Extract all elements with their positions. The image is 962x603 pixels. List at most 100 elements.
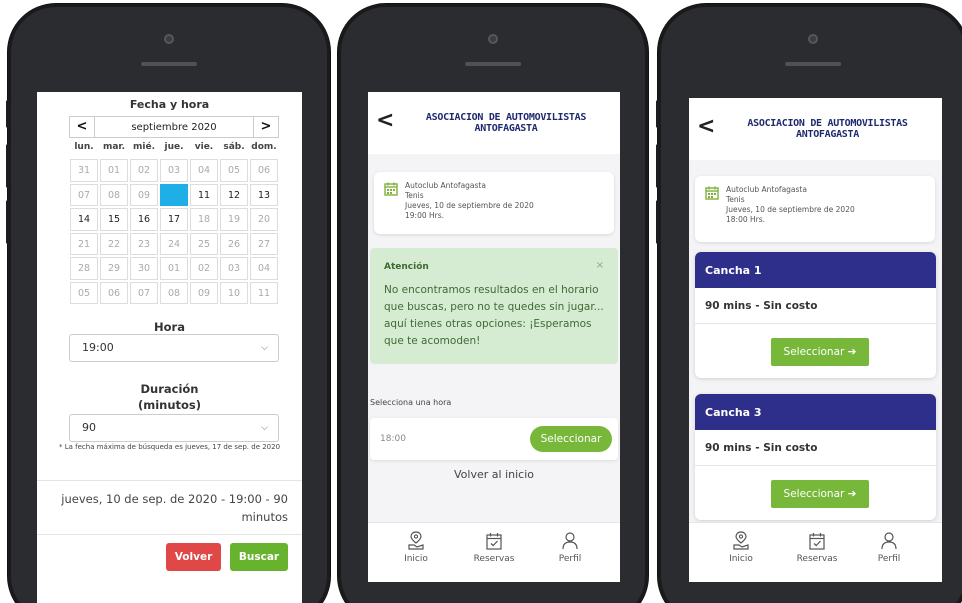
club-name: Autoclub Antofagasta xyxy=(405,181,486,190)
calendar-check-icon xyxy=(809,533,825,550)
weekday-label: lun. xyxy=(74,142,94,152)
calendar-day[interactable]: 13 xyxy=(250,183,278,206)
calendar-day: 05 xyxy=(70,281,98,304)
chevron-down-icon: ⌵ xyxy=(261,343,268,353)
header-title-line-1: ASOCIACION DE AUTOMOVILISTAS xyxy=(747,118,908,129)
calendar-day[interactable]: 11 xyxy=(190,183,218,206)
tab-label: Reservas xyxy=(473,554,515,564)
calendar-title: Fecha y hora xyxy=(129,98,210,111)
header-title: ASOCIACION DE AUTOMOVILISTAS ANTOFAGASTA xyxy=(723,118,932,140)
prev-month-button[interactable]: < xyxy=(69,116,95,138)
calendar-icon xyxy=(705,186,719,200)
duracion-sub-label: (minutos) xyxy=(137,398,202,412)
calendar-day: 30 xyxy=(130,257,158,280)
calendar-day: 03 xyxy=(160,159,188,182)
chevron-down-icon: ⌵ xyxy=(261,423,268,433)
select-court-button[interactable]: Seleccionar ➔ xyxy=(771,480,869,508)
duracion-select[interactable]: 90 ⌵ xyxy=(69,414,279,442)
volver-button[interactable]: Volver xyxy=(166,543,221,571)
back-button[interactable]: < xyxy=(376,108,394,133)
calendar-day: 01 xyxy=(160,257,188,280)
user-icon xyxy=(881,532,897,550)
calendar-day: 11 xyxy=(250,281,278,304)
calendar-day: 07 xyxy=(130,281,158,304)
divider xyxy=(37,480,302,481)
summary-line-2: minutos xyxy=(241,510,288,524)
calendar-day-selected[interactable]: 10 xyxy=(160,183,188,206)
tab-reservas[interactable]: Reservas xyxy=(464,531,524,564)
calendar-week-row: 05 06 07 08 09 10 11 xyxy=(69,281,279,306)
booking-info-card: Autoclub Antofagasta Tenis Jueves, 10 de… xyxy=(374,172,614,234)
weekday-label: mar. xyxy=(102,142,126,152)
app-mockup-stage: Fecha y hora < septiembre 2020 > lun. mar… xyxy=(0,0,962,603)
summary-line-1: jueves, 10 de sep. de 2020 - 19:00 - 90 xyxy=(61,492,288,506)
court-card: Cancha 3 90 mins - Sin costo Seleccionar… xyxy=(695,394,936,520)
phone-frame-2: < ASOCIACION DE AUTOMOVILISTAS ANTOFAGAS… xyxy=(338,4,648,603)
tab-perfil[interactable]: Perfil xyxy=(540,531,600,564)
alert-title: Atención xyxy=(384,262,429,272)
tab-label: Inicio xyxy=(729,554,753,564)
select-court-button[interactable]: Seleccionar ➔ xyxy=(771,338,869,366)
app-header: < ASOCIACION DE AUTOMOVILISTAS ANTOFAGAS… xyxy=(368,92,620,154)
hora-select[interactable]: 19:00 ⌵ xyxy=(69,334,279,362)
calendar-day: 20 xyxy=(250,208,278,231)
calendar-check-icon xyxy=(486,533,502,550)
next-month-button[interactable]: > xyxy=(253,116,279,138)
location-hand-icon xyxy=(733,531,749,550)
calendar-day: 25 xyxy=(190,232,218,255)
calendar-day[interactable]: 12 xyxy=(220,183,248,206)
calendar-day: 08 xyxy=(100,183,128,206)
tab-perfil[interactable]: Perfil xyxy=(859,531,919,564)
calendar-day: 22 xyxy=(100,232,128,255)
attention-alert: Atención × No encontramos resultados en … xyxy=(370,248,618,364)
calendar-day: 04 xyxy=(190,159,218,182)
tab-inicio[interactable]: Inicio xyxy=(711,531,771,564)
calendar-day: 09 xyxy=(190,281,218,304)
sport-name: Tenis xyxy=(726,195,745,204)
calendar-day: 02 xyxy=(190,257,218,280)
back-button[interactable]: < xyxy=(697,114,715,139)
calendar-day[interactable]: 14 xyxy=(70,208,98,231)
location-hand-icon xyxy=(408,531,424,550)
calendar-days: 31 01 02 03 04 05 06 07 08 09 10 11 12 13 14 15 16 17 18 19… xyxy=(69,158,279,305)
phone-frame-3: < ASOCIACION DE AUTOMOVILISTAS ANTOFAGAS… xyxy=(656,4,962,603)
calendar-day: 08 xyxy=(160,281,188,304)
calendar-day: 05 xyxy=(220,159,248,182)
header-title-line-2: ANTOFAGASTA xyxy=(474,123,538,134)
tab-reservas[interactable]: Reservas xyxy=(787,531,847,564)
camera-icon xyxy=(164,34,174,44)
time-option-value: 18:00 xyxy=(380,434,406,444)
speaker-grille xyxy=(141,62,197,66)
close-icon[interactable]: × xyxy=(596,260,604,271)
calendar-day[interactable]: 15 xyxy=(100,208,128,231)
sport-name: Tenis xyxy=(405,191,424,200)
back-home-link[interactable]: Volver al inicio xyxy=(368,468,620,481)
calendar-day: 26 xyxy=(220,232,248,255)
calendar-day: 29 xyxy=(100,257,128,280)
calendar-day[interactable]: 17 xyxy=(160,208,188,231)
tab-label: Inicio xyxy=(404,554,428,564)
tab-label: Perfil xyxy=(558,554,582,564)
court-description: 90 mins - Sin costo xyxy=(695,430,936,466)
alert-message: No encontramos resultados en el horario … xyxy=(384,284,604,347)
calendar-icon xyxy=(384,182,398,196)
side-button xyxy=(6,100,10,128)
tab-inicio[interactable]: Inicio xyxy=(386,531,446,564)
tab-label: Perfil xyxy=(877,554,901,564)
select-hour-label: Selecciona una hora xyxy=(370,398,452,407)
calendar-day: 06 xyxy=(100,281,128,304)
calendar-day: 21 xyxy=(70,232,98,255)
court-name: Cancha 3 xyxy=(695,394,936,430)
calendar-day: 19 xyxy=(220,208,248,231)
calendar-week-row: 07 08 09 10 11 12 13 xyxy=(69,183,279,208)
weekday-label: jue. xyxy=(164,142,184,152)
buscar-button[interactable]: Buscar xyxy=(230,543,288,571)
volume-down-button xyxy=(6,200,10,244)
screen-date-time-picker: Fecha y hora < septiembre 2020 > lun. mar… xyxy=(37,92,302,603)
calendar-day: 04 xyxy=(250,257,278,280)
calendar-day: 28 xyxy=(70,257,98,280)
select-time-button[interactable]: Seleccionar xyxy=(530,426,612,452)
calendar-day: 02 xyxy=(130,159,158,182)
calendar-day: 03 xyxy=(220,257,248,280)
calendar-day[interactable]: 16 xyxy=(130,208,158,231)
